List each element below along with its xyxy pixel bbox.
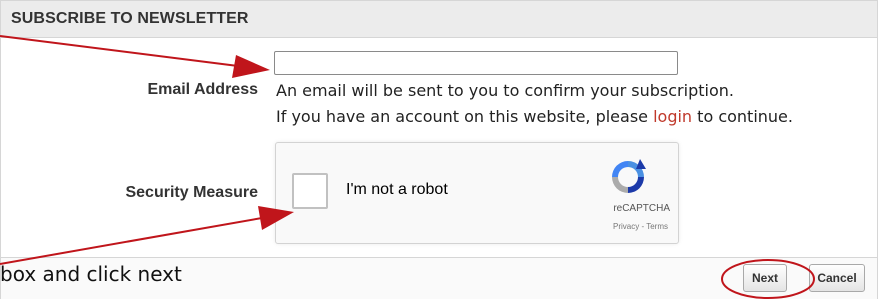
- recaptcha-privacy-terms[interactable]: Privacy - Terms: [613, 222, 668, 231]
- help-text-before: If you have an account on this website, …: [276, 107, 654, 126]
- recaptcha-logo-icon: [612, 159, 646, 193]
- email-address-label: Email Address: [147, 81, 258, 98]
- instruction-text: box and click next: [0, 262, 182, 286]
- next-button[interactable]: Next: [743, 264, 787, 292]
- recaptcha-checkbox[interactable]: [292, 173, 328, 209]
- email-input[interactable]: [274, 51, 678, 75]
- recaptcha-brand: reCAPTCHA: [613, 203, 670, 214]
- recaptcha-widget: I'm not a robot reCAPTCHA Privacy - Term…: [275, 142, 679, 244]
- panel-title: SUBSCRIBE TO NEWSLETTER: [11, 10, 249, 27]
- help-text-after: to continue.: [692, 107, 793, 126]
- security-measure-label: Security Measure: [125, 184, 258, 201]
- cancel-button[interactable]: Cancel: [809, 264, 865, 292]
- email-help-line-2: If you have an account on this website, …: [276, 107, 793, 126]
- recaptcha-label: I'm not a robot: [346, 181, 448, 198]
- login-link[interactable]: login: [653, 107, 692, 126]
- email-help-line-1: An email will be sent to you to confirm …: [276, 81, 734, 100]
- panel-header: SUBSCRIBE TO NEWSLETTER: [1, 1, 877, 38]
- newsletter-panel: SUBSCRIBE TO NEWSLETTER Email Address An…: [0, 0, 878, 299]
